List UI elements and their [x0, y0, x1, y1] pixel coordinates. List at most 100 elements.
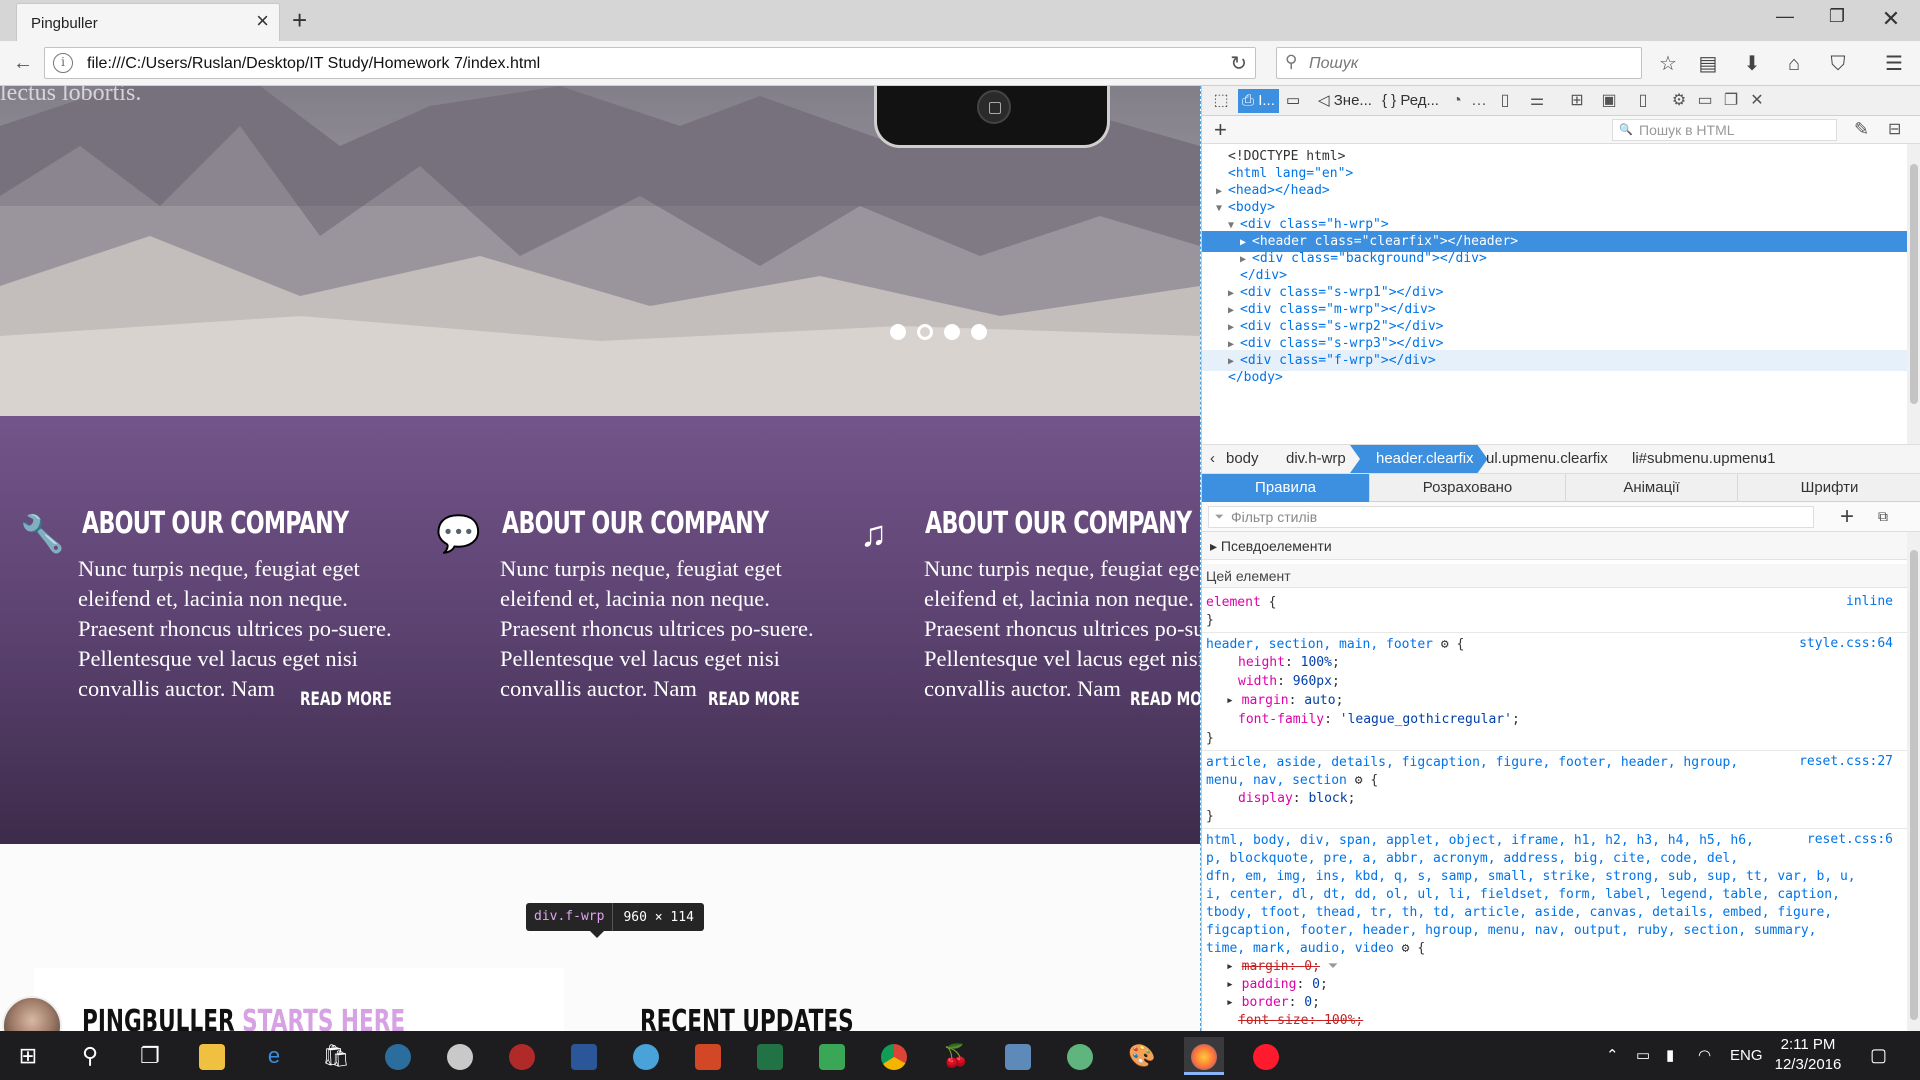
element-picker-icon[interactable]: ⬚: [1210, 90, 1232, 112]
rule-property[interactable]: ▸ margin: auto;: [1226, 692, 1343, 710]
file-explorer-icon[interactable]: [192, 1037, 232, 1075]
dock-window-icon[interactable]: ❐: [1720, 90, 1742, 112]
rule-property[interactable]: ▸ padding: 0;: [1226, 976, 1328, 994]
rule-options-icon[interactable]: ⚙: [1441, 637, 1449, 652]
atom-icon[interactable]: [1060, 1037, 1100, 1075]
excel-icon[interactable]: [750, 1037, 790, 1075]
close-devtools-icon[interactable]: ✕: [1746, 90, 1768, 112]
add-rule-icon[interactable]: +: [1840, 503, 1854, 531]
slider-dot[interactable]: [917, 324, 933, 340]
scratchpad-icon[interactable]: ▣: [1598, 90, 1620, 112]
home-icon[interactable]: ⌂: [1780, 50, 1808, 78]
downloads-icon[interactable]: ⬇: [1738, 50, 1766, 78]
site-info-icon[interactable]: i: [53, 53, 73, 73]
reading-list-icon[interactable]: ▤: [1694, 50, 1722, 78]
tab-rules[interactable]: Правила: [1202, 474, 1370, 502]
style-filter-input[interactable]: Фільтр стилів: [1208, 506, 1814, 528]
edge-icon[interactable]: e: [254, 1037, 294, 1075]
back-button[interactable]: ←: [8, 48, 38, 78]
rules-scrollbar-thumb[interactable]: [1910, 550, 1918, 1020]
notifications-icon[interactable]: ▢: [1870, 1031, 1887, 1080]
virtualbox-icon[interactable]: [998, 1037, 1038, 1075]
responsive-icon[interactable]: ▯: [1494, 90, 1516, 112]
breadcrumb-item[interactable]: div.h-wrp: [1286, 445, 1346, 473]
search-box[interactable]: ⚲ Пошук: [1276, 47, 1642, 79]
start-button-icon[interactable]: ⊞: [8, 1037, 48, 1075]
media-app-icon[interactable]: [502, 1037, 542, 1075]
rule-source-link[interactable]: reset.css:27: [1799, 754, 1893, 769]
search-taskbar-icon[interactable]: ⚲: [70, 1037, 110, 1075]
network-app-icon[interactable]: [378, 1037, 418, 1075]
read-more-link[interactable]: READ MORE: [708, 688, 800, 710]
breadcrumb-item[interactable]: ul.upmenu.clearfix: [1486, 445, 1608, 473]
paint-icon[interactable]: 🎨: [1122, 1037, 1162, 1075]
tab-style-editor[interactable]: { } Ред...: [1382, 89, 1439, 113]
cherry-app-icon[interactable]: 🍒: [936, 1037, 976, 1075]
settings-icon[interactable]: ⚙: [1668, 90, 1690, 112]
rule-options-icon[interactable]: ⚙: [1355, 773, 1363, 788]
reload-icon[interactable]: ↻: [1230, 51, 1247, 76]
html-search-input[interactable]: Пошук в HTML: [1612, 119, 1837, 141]
chrome-icon[interactable]: [874, 1037, 914, 1075]
breadcrumb-scroll-right-icon[interactable]: ›: [1762, 445, 1767, 473]
close-window-icon[interactable]: ✕: [1876, 6, 1906, 32]
slider-dot[interactable]: [971, 324, 987, 340]
restore-icon[interactable]: ❐: [1822, 6, 1852, 27]
wifi-icon[interactable]: ◠: [1698, 1031, 1711, 1080]
slider-dot[interactable]: [944, 324, 960, 340]
firefox-icon[interactable]: [1184, 1037, 1224, 1075]
task-view-icon[interactable]: ❐: [130, 1037, 170, 1075]
eyedropper-icon[interactable]: ✎: [1854, 119, 1869, 140]
minimize-icon[interactable]: —: [1770, 6, 1800, 27]
breadcrumb-item[interactable]: body: [1226, 445, 1259, 473]
tab-fonts[interactable]: Шрифти: [1738, 474, 1920, 502]
slider-dot[interactable]: [890, 324, 906, 340]
word-icon[interactable]: [564, 1037, 604, 1075]
add-node-icon[interactable]: +: [1214, 117, 1227, 143]
bookmark-star-icon[interactable]: ☆: [1654, 50, 1682, 78]
app-circle-icon[interactable]: [626, 1037, 666, 1075]
toggle-pseudo-class-icon[interactable]: ⧉: [1878, 508, 1888, 525]
rule-property[interactable]: width: 960px;: [1238, 673, 1340, 691]
toggle-sidebar-icon[interactable]: ⊟: [1888, 119, 1901, 139]
rule-property[interactable]: font-size: 100%;: [1238, 1012, 1363, 1030]
powerpoint-icon[interactable]: [688, 1037, 728, 1075]
tab-debugger[interactable]: ◁ Зне...: [1318, 89, 1372, 113]
opera-icon[interactable]: [1246, 1037, 1286, 1075]
language-indicator[interactable]: ENG: [1730, 1031, 1763, 1080]
close-tab-icon[interactable]: ×: [256, 10, 269, 32]
tab-inspector[interactable]: ⎙ І...: [1238, 89, 1279, 113]
rule-source-link[interactable]: reset.css:6: [1807, 832, 1893, 847]
expand-property-icon[interactable]: ▸: [1226, 995, 1242, 1010]
itunes-icon[interactable]: [440, 1037, 480, 1075]
rulers-icon[interactable]: ⚌: [1526, 90, 1548, 112]
markup-scrollbar-thumb[interactable]: [1910, 164, 1918, 404]
expand-property-icon[interactable]: ▸: [1226, 693, 1242, 708]
read-more-link[interactable]: READ MORE: [300, 688, 392, 710]
breadcrumb-item[interactable]: li#submenu.upmenu1: [1632, 445, 1775, 473]
frames-icon[interactable]: ⊞: [1566, 90, 1588, 112]
rules-scrollbar[interactable]: [1907, 532, 1920, 1031]
menu-icon[interactable]: ☰: [1880, 50, 1908, 78]
store-icon[interactable]: 🛍: [316, 1037, 356, 1075]
dock-bottom-icon[interactable]: ▭: [1694, 90, 1716, 112]
new-tab-icon[interactable]: +: [292, 5, 307, 35]
rule-source-link[interactable]: inline: [1846, 594, 1893, 609]
expand-property-icon[interactable]: ▸: [1226, 977, 1242, 992]
show-hidden-icons-icon[interactable]: ⌃: [1606, 1031, 1619, 1080]
expand-property-icon[interactable]: ▸: [1226, 959, 1242, 974]
spreadsheet-app-icon[interactable]: [812, 1037, 852, 1075]
url-bar[interactable]: i file:///C:/Users/Ruslan/Desktop/IT Stu…: [44, 47, 1256, 79]
breadcrumb-item-active[interactable]: header.clearfix: [1350, 445, 1488, 473]
rule-property[interactable]: font-family: 'league_gothicregular';: [1238, 711, 1520, 729]
browser-tab[interactable]: Pingbuller ×: [16, 3, 280, 41]
rule-property[interactable]: ▸ border: 0;: [1226, 994, 1320, 1012]
network-tray-icon[interactable]: ▭: [1636, 1031, 1650, 1080]
pseudo-elements-toggle[interactable]: ▸ Псевдоелементи: [1202, 532, 1907, 560]
pocket-icon[interactable]: ⛉: [1824, 50, 1852, 78]
clock[interactable]: 2:11 PM 12/3/2016: [1768, 1035, 1848, 1075]
rule-source-link[interactable]: style.css:64: [1799, 636, 1893, 651]
filter-property-icon[interactable]: ⏷: [1328, 959, 1338, 974]
more-tabs-icon[interactable]: …: [1468, 90, 1490, 112]
rule-property-overridden[interactable]: ▸ margin: 0; ⏷: [1226, 958, 1338, 976]
